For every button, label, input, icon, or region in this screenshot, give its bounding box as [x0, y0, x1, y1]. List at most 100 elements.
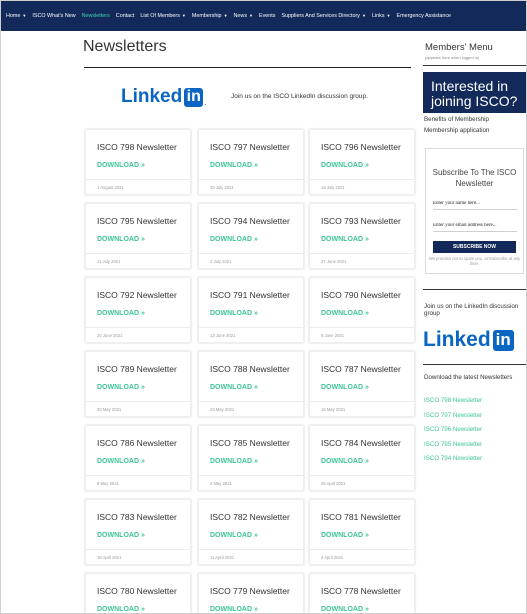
join-isco-heading: Interested in joining ISCO?	[431, 78, 518, 109]
download-link[interactable]: DOWNLOAD »	[210, 458, 258, 465]
nav-item-emergency-assistance[interactable]: Emergency Assistance	[397, 12, 452, 20]
download-link[interactable]: DOWNLOAD »	[210, 162, 258, 169]
download-link[interactable]: DOWNLOAD »	[321, 532, 369, 539]
download-link[interactable]: DOWNLOAD »	[210, 606, 258, 613]
newsletter-title[interactable]: ISCO 788 Newsletter	[210, 364, 290, 374]
benefits-of-membership-link[interactable]: Benefits of Membership	[424, 116, 489, 123]
newsletter-date: 27 June 2021	[321, 259, 347, 264]
newsletter-date: 1 August 2021	[97, 185, 124, 190]
newsletter-title[interactable]: ISCO 792 Newsletter	[97, 290, 177, 300]
download-link[interactable]: DOWNLOAD »	[321, 162, 369, 169]
newsletter-title[interactable]: ISCO 789 Newsletter	[97, 364, 177, 374]
join-isco-banner[interactable]: Interested in joining ISCO?	[423, 72, 526, 113]
members-menu-note: (appears here when logged in)	[425, 55, 480, 60]
newsletter-title[interactable]: ISCO 787 Newsletter	[321, 364, 401, 374]
sidebar-linkedin-logo[interactable]: Linked in	[423, 328, 514, 352]
subscriber-name-input[interactable]	[433, 198, 517, 210]
linkedin-join-text: Join us on the LinkedIn discussion group	[424, 303, 519, 317]
nav-item-list-of-members[interactable]: List Of Members ▼	[140, 12, 186, 20]
download-link[interactable]: DOWNLOAD »	[321, 236, 369, 243]
newsletter-title[interactable]: ISCO 786 Newsletter	[97, 438, 177, 448]
nav-item-contact[interactable]: Contact	[116, 12, 135, 20]
download-link[interactable]: DOWNLOAD »	[321, 384, 369, 391]
newsletter-title[interactable]: ISCO 795 Newsletter	[97, 216, 177, 226]
sidebar: Members' Menu (appears here when logged …	[423, 31, 526, 613]
download-link[interactable]: DOWNLOAD »	[97, 162, 145, 169]
subscriber-email-input[interactable]	[433, 220, 517, 232]
newsletter-date: 18 April 2021	[97, 555, 122, 560]
download-link[interactable]: DOWNLOAD »	[321, 310, 369, 317]
newsletter-title[interactable]: ISCO 784 Newsletter	[321, 438, 401, 448]
nav-row: Home ▼ ISCO What's New Newsletters Contact Li…	[6, 12, 457, 20]
latest-newsletter-link[interactable]: ISCO 794 Newsletter	[424, 455, 482, 462]
download-link[interactable]: DOWNLOAD »	[97, 606, 145, 613]
newsletter-title[interactable]: ISCO 797 Newsletter	[210, 142, 290, 152]
linkedin-logo-dot: .	[204, 97, 207, 107]
nav-item-label: Newsletters	[81, 13, 110, 19]
chevron-down-icon: ▼	[181, 13, 186, 18]
latest-newsletter-link[interactable]: ISCO 798 Newsletter	[424, 397, 482, 404]
download-link[interactable]: DOWNLOAD »	[210, 236, 258, 243]
newsletter-date: 18 July 2021	[321, 185, 345, 190]
card-divider	[310, 401, 414, 402]
card-divider	[199, 475, 303, 476]
latest-newsletter-link[interactable]: ISCO 797 Newsletter	[424, 412, 482, 419]
newsletter-date: 20 June 2021	[97, 333, 123, 338]
download-link[interactable]: DOWNLOAD »	[210, 384, 258, 391]
newsletter-title[interactable]: ISCO 779 Newsletter	[210, 586, 290, 596]
linkedin-logo-text: Linked	[121, 86, 183, 107]
newsletter-card: ISCO 778 Newsletter DOWNLOAD »	[309, 573, 415, 613]
nav-item-news[interactable]: News ▼	[234, 12, 253, 20]
download-link[interactable]: DOWNLOAD »	[321, 458, 369, 465]
download-link[interactable]: DOWNLOAD »	[321, 606, 369, 613]
newsletter-title[interactable]: ISCO 785 Newsletter	[210, 438, 290, 448]
chevron-down-icon: ▼	[223, 13, 228, 18]
nav-item-label: News	[233, 13, 248, 19]
subscribe-button[interactable]: SUBSCRIBE NOW	[433, 241, 516, 253]
download-link[interactable]: DOWNLOAD »	[210, 532, 258, 539]
linkedin-logo-text: Linked	[423, 328, 491, 351]
download-link[interactable]: DOWNLOAD »	[210, 310, 258, 317]
newsletter-title[interactable]: ISCO 793 Newsletter	[321, 216, 401, 226]
nav-item-suppliers-and-services-directory[interactable]: Suppliers And Services Directory ▼	[281, 12, 365, 20]
linkedin-logo-box: in	[184, 87, 204, 107]
newsletter-title[interactable]: ISCO 794 Newsletter	[210, 216, 290, 226]
nav-item-links[interactable]: Links ▼	[372, 12, 391, 20]
card-divider	[310, 179, 414, 180]
newsletter-title[interactable]: ISCO 798 Newsletter	[97, 142, 177, 152]
nav-item-isco-what-s-new[interactable]: ISCO What's New	[32, 12, 75, 20]
download-link[interactable]: DOWNLOAD »	[97, 310, 145, 317]
download-link[interactable]: DOWNLOAD »	[97, 236, 145, 243]
nav-item-label: Links	[371, 13, 385, 19]
download-link[interactable]: DOWNLOAD »	[97, 384, 145, 391]
nav-item-home[interactable]: Home ▼	[6, 12, 26, 20]
linkedin-banner-text[interactable]: Join us on the ISCO LinkedIn discussion …	[231, 93, 368, 100]
download-link[interactable]: DOWNLOAD »	[97, 458, 145, 465]
nav-item-label: Suppliers And Services Directory	[281, 13, 360, 19]
card-divider	[199, 327, 303, 328]
newsletter-date: 6 June 2021	[321, 333, 345, 338]
membership-application-link[interactable]: Membership application	[424, 127, 489, 134]
download-link[interactable]: DOWNLOAD »	[97, 532, 145, 539]
newsletter-title[interactable]: ISCO 781 Newsletter	[321, 512, 401, 522]
newsletter-title[interactable]: ISCO 783 Newsletter	[97, 512, 177, 522]
newsletter-title[interactable]: ISCO 791 Newsletter	[210, 290, 290, 300]
newsletter-title[interactable]: ISCO 780 Newsletter	[97, 586, 177, 596]
newsletter-title[interactable]: ISCO 796 Newsletter	[321, 142, 401, 152]
newsletter-date: 4 April 2021	[321, 555, 344, 560]
newsletter-title[interactable]: ISCO 778 Newsletter	[321, 586, 401, 596]
card-divider	[86, 549, 190, 550]
nav-item-events[interactable]: Events	[259, 12, 275, 20]
newsletter-card: ISCO 788 Newsletter DOWNLOAD » 23 May 2021	[198, 351, 304, 417]
newsletter-title[interactable]: ISCO 782 Newsletter	[210, 512, 290, 522]
newsletter-card: ISCO 783 Newsletter DOWNLOAD » 18 April 20…	[85, 499, 191, 565]
card-divider	[86, 327, 190, 328]
linkedin-logo[interactable]: Linked in .	[121, 86, 206, 108]
linkedin-banner[interactable]: Linked in . Join us on the ISCO LinkedIn…	[84, 68, 411, 124]
latest-newsletter-link[interactable]: ISCO 796 Newsletter	[424, 426, 482, 433]
newsletter-title[interactable]: ISCO 790 Newsletter	[321, 290, 401, 300]
latest-newsletter-link[interactable]: ISCO 795 Newsletter	[424, 441, 482, 448]
nav-item-newsletters[interactable]: Newsletters	[82, 12, 110, 20]
page-frame: Home ▼ ISCO What's New Newsletters Contact Li…	[0, 0, 527, 614]
nav-item-membership[interactable]: Membership ▼	[192, 12, 228, 20]
